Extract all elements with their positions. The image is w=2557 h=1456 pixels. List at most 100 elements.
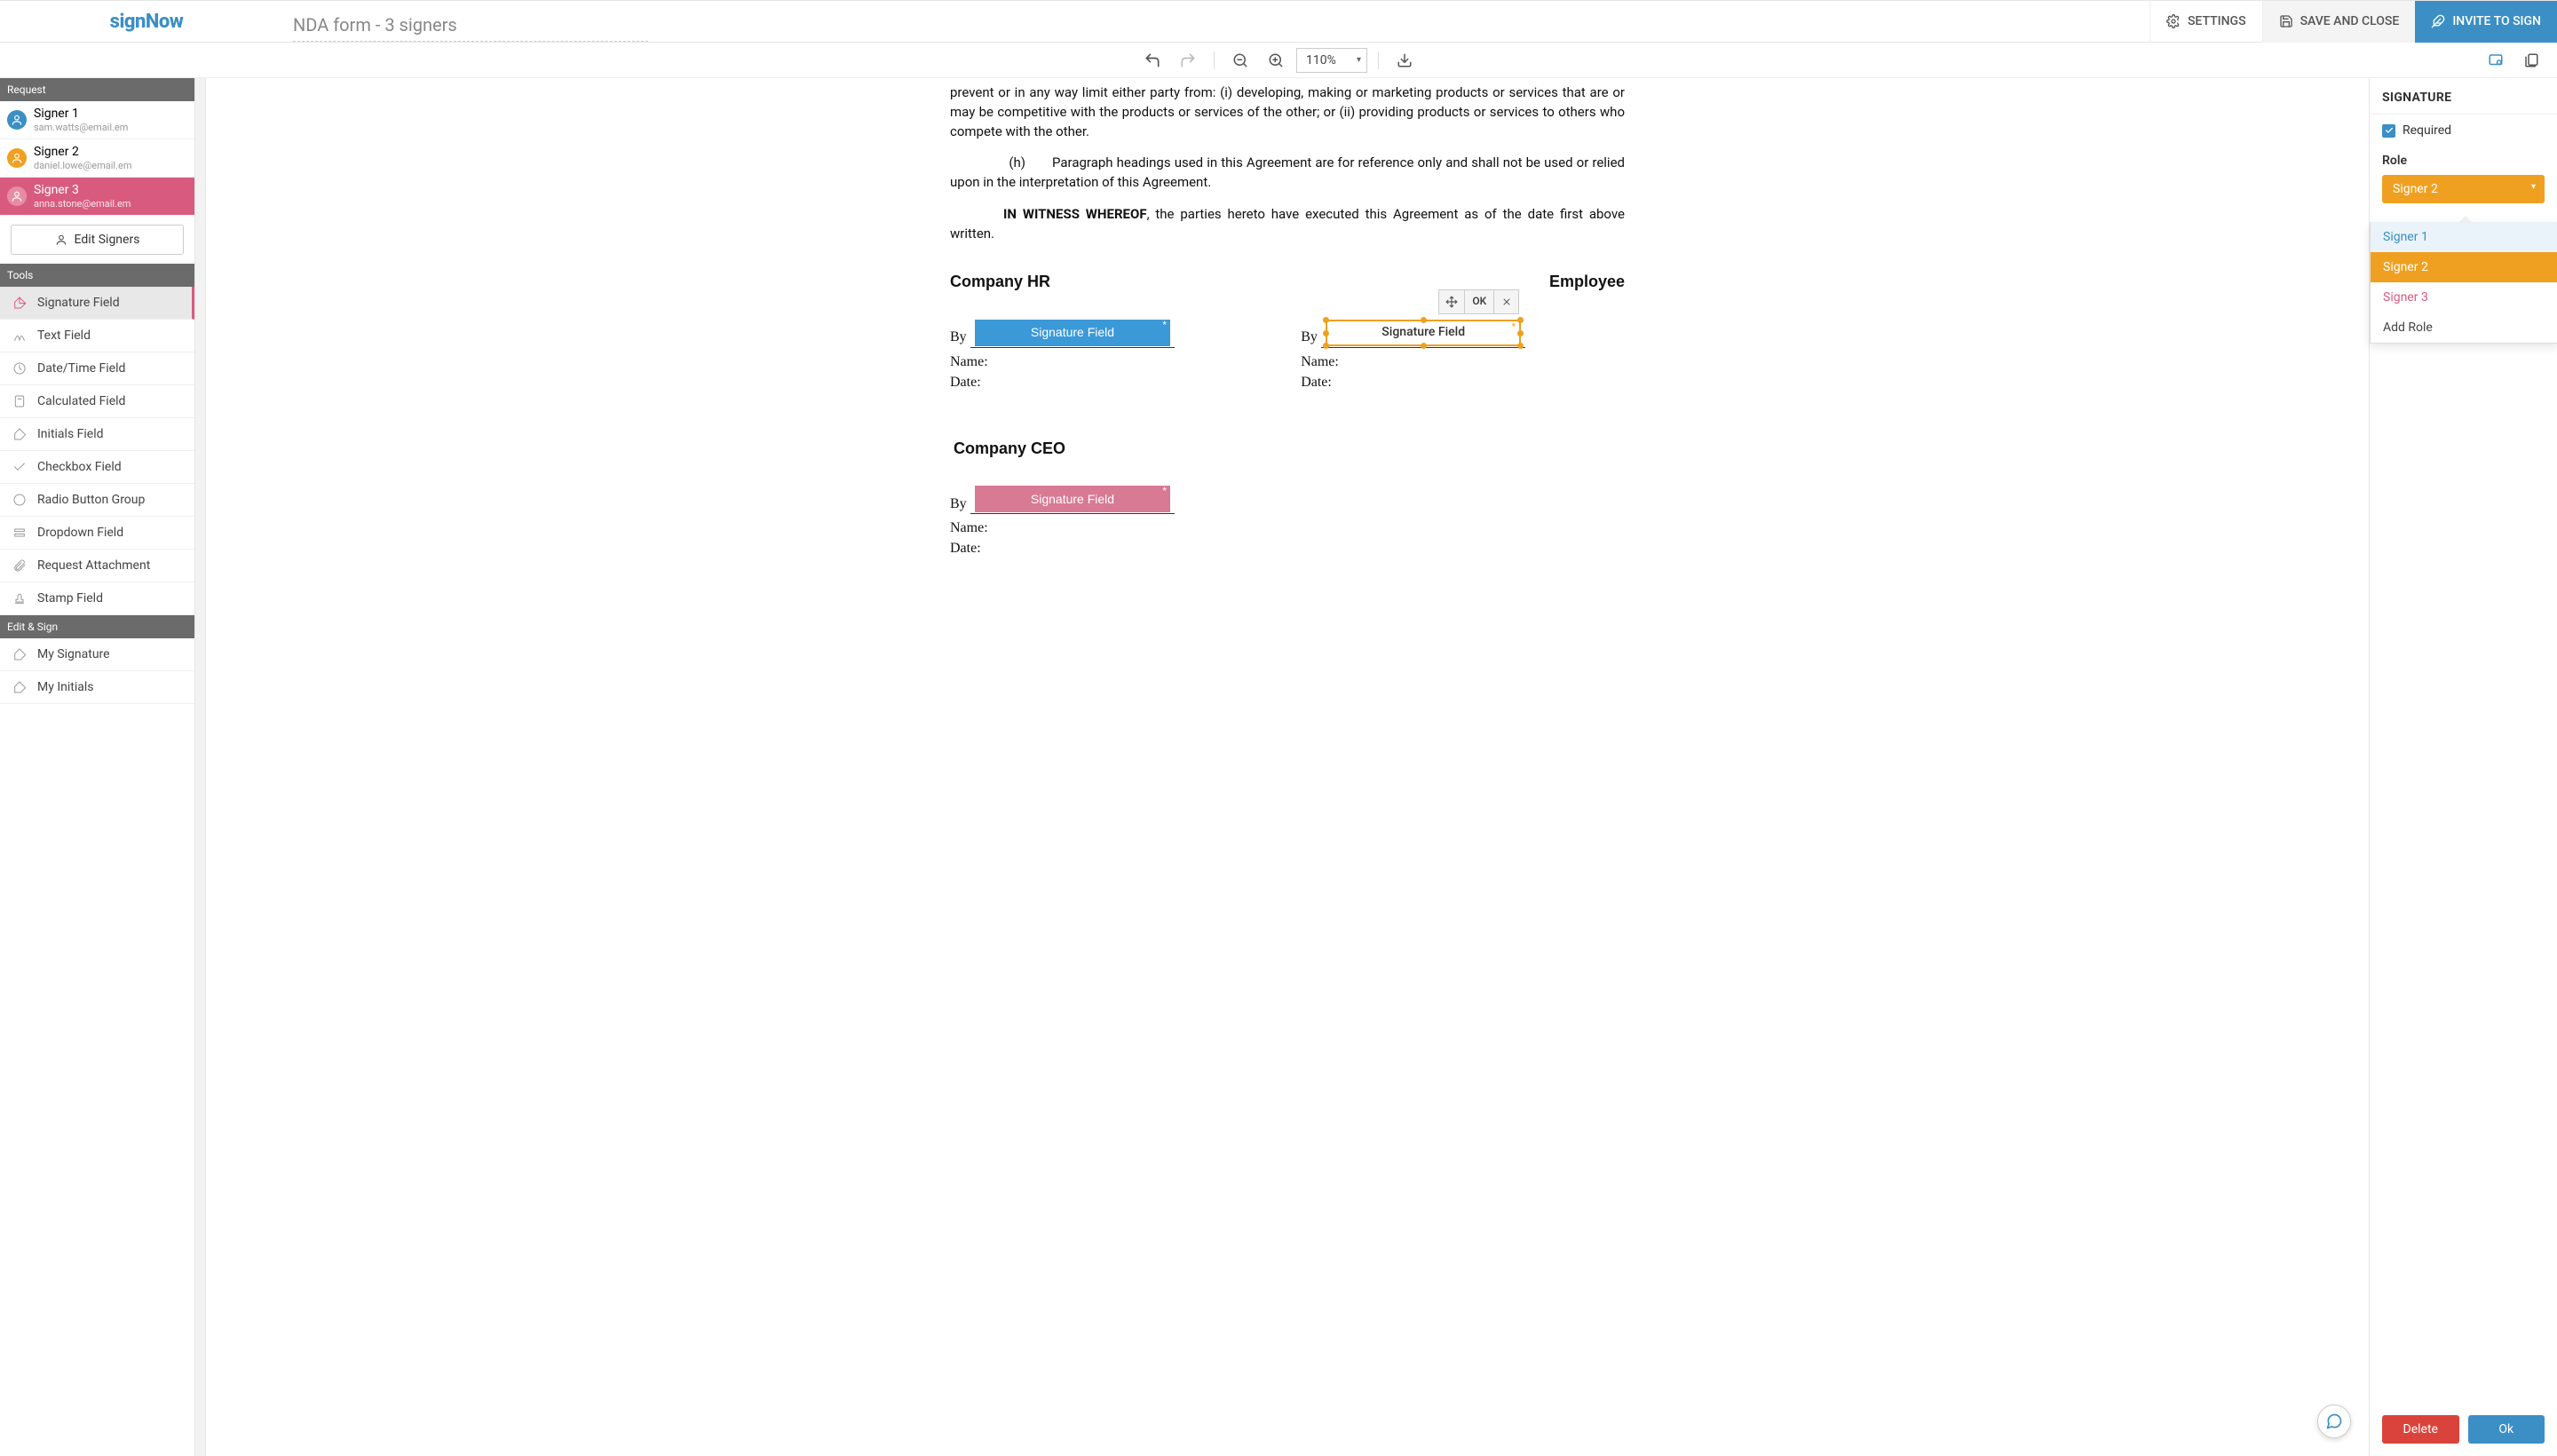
save-icon — [2279, 14, 2293, 28]
calculator-icon — [12, 394, 27, 408]
name-label: Name: — [950, 352, 1274, 372]
zoom-select[interactable]: 110% — [1296, 48, 1367, 73]
redo-button[interactable] — [1173, 45, 1203, 75]
chat-icon — [2325, 1412, 2343, 1430]
document-title[interactable]: NDA form - 3 signers — [293, 14, 648, 42]
signature-field-hr[interactable]: Signature Field — [975, 320, 1170, 346]
tool-my-signature[interactable]: My Signature — [0, 638, 194, 671]
undo-button[interactable] — [1137, 45, 1168, 75]
save-and-close-button[interactable]: SAVE AND CLOSE — [2262, 1, 2416, 43]
delete-button[interactable]: Delete — [2382, 1415, 2459, 1444]
name-label: Name: — [950, 518, 1625, 538]
zoom-out-button[interactable] — [1225, 45, 1255, 75]
required-checkbox[interactable] — [2382, 124, 2395, 138]
invite-to-sign-label: INVITE TO SIGN — [2452, 14, 2541, 28]
by-label: By — [1301, 327, 1318, 347]
document-canvas[interactable]: prevent or in any way limit either party… — [206, 78, 2369, 1456]
tool-dropdown-field[interactable]: Dropdown Field — [0, 517, 194, 550]
signature-icon — [12, 647, 27, 661]
pages-button[interactable] — [2516, 45, 2546, 75]
preview-button[interactable] — [2481, 45, 2511, 75]
doc-paragraph: prevent or in any way limit either party… — [950, 83, 1625, 141]
ok-button[interactable]: Ok — [2468, 1415, 2545, 1444]
selection-close-button[interactable] — [1493, 290, 1518, 313]
right-panel-title: SIGNATURE — [2382, 91, 2545, 105]
download-icon — [1397, 52, 1413, 68]
tool-stamp-field[interactable]: Stamp Field — [0, 582, 194, 615]
tool-request-attachment[interactable]: Request Attachment — [0, 550, 194, 582]
signature-icon — [12, 296, 27, 310]
radio-icon — [12, 493, 27, 507]
text-icon — [12, 328, 27, 343]
topbar: signNow NDA form - 3 signers SETTINGS SA… — [0, 0, 2557, 43]
right-panel: SIGNATURE Required Role Signer 2 Signer … — [2369, 78, 2557, 1456]
settings-label: SETTINGS — [2188, 14, 2246, 28]
tool-signature-field[interactable]: Signature Field — [0, 287, 194, 320]
tool-initials-field[interactable]: Initials Field — [0, 418, 194, 451]
tool-checkbox-field[interactable]: Checkbox Field — [0, 451, 194, 484]
tool-label: My Initials — [37, 680, 94, 694]
signer-row-3[interactable]: Signer 3anna.stone@email.em — [0, 178, 194, 216]
signature-field-ceo[interactable]: Signature Field — [975, 486, 1170, 512]
pages-icon — [2523, 52, 2539, 68]
close-icon — [1501, 297, 1512, 307]
person-icon — [7, 110, 27, 130]
role-select[interactable]: Signer 2 — [2382, 175, 2545, 203]
tool-label: Stamp Field — [37, 591, 103, 605]
undo-icon — [1144, 51, 1161, 69]
download-button[interactable] — [1389, 45, 1420, 75]
date-label: Date: — [950, 372, 1274, 392]
name-label: Name: — [1301, 352, 1625, 372]
left-panel-scrollbar[interactable] — [195, 78, 206, 1456]
role-option-signer-2[interactable]: Signer 2 — [2371, 252, 2557, 282]
person-icon — [55, 233, 67, 246]
tool-my-initials[interactable]: My Initials — [0, 671, 194, 704]
edit-signers-button[interactable]: Edit Signers — [11, 225, 184, 255]
feather-icon — [2431, 14, 2445, 28]
tool-label: Checkbox Field — [37, 460, 122, 474]
initials-icon — [12, 680, 27, 694]
tool-datetime-field[interactable]: Date/Time Field — [0, 352, 194, 385]
signer-3-email: anna.stone@email.em — [34, 198, 131, 210]
tool-radio-button-group[interactable]: Radio Button Group — [0, 484, 194, 517]
zoom-value: 110% — [1306, 53, 1336, 67]
settings-button[interactable]: SETTINGS — [2149, 1, 2262, 43]
move-icon — [1445, 296, 1458, 308]
initials-icon — [12, 427, 27, 441]
zoom-out-icon — [1232, 52, 1248, 68]
stamp-icon — [12, 591, 27, 605]
signer-2-email: daniel.lowe@email.em — [34, 160, 131, 171]
check-icon — [12, 460, 27, 474]
invite-to-sign-button[interactable]: INVITE TO SIGN — [2415, 1, 2557, 43]
signer-1-email: sam.watts@email.em — [34, 122, 128, 133]
doc-paragraph: (h)Paragraph headings used in this Agree… — [950, 154, 1625, 193]
signer-1-name: Signer 1 — [34, 107, 128, 122]
signer-row-2[interactable]: Signer 2daniel.lowe@email.em — [0, 139, 194, 178]
tool-calculated-field[interactable]: Calculated Field — [0, 385, 194, 418]
selection-ok-button[interactable]: OK — [1464, 290, 1493, 313]
tool-label: Text Field — [37, 328, 91, 343]
chat-button[interactable] — [2317, 1405, 2351, 1438]
tool-label: Date/Time Field — [37, 361, 125, 376]
signer-row-1[interactable]: Signer 1sam.watts@email.em — [0, 101, 194, 139]
by-label: By — [950, 327, 967, 347]
move-handle[interactable] — [1439, 290, 1464, 313]
tool-text-field[interactable]: Text Field — [0, 320, 194, 352]
signature-field-employee-selected[interactable]: Signature Field OK — [1326, 320, 1521, 346]
date-label: Date: — [1301, 372, 1625, 392]
role-option-signer-3[interactable]: Signer 3 — [2371, 282, 2557, 313]
role-option-signer-1[interactable]: Signer 1 — [2371, 222, 2557, 252]
tool-label: Request Attachment — [37, 558, 150, 573]
date-label: Date: — [950, 538, 1625, 558]
zoom-in-button[interactable] — [1261, 45, 1291, 75]
role-option-add-role[interactable]: Add Role — [2371, 313, 2557, 343]
sig-field-label: Signature Field — [1381, 323, 1465, 341]
signer-3-name: Signer 3 — [34, 183, 131, 198]
gear-icon — [2166, 14, 2181, 28]
preview-icon — [2488, 52, 2504, 68]
redo-icon — [1179, 51, 1197, 69]
required-checkbox-row[interactable]: Required — [2382, 123, 2545, 138]
role-label: Role — [2382, 154, 2545, 168]
check-icon — [2385, 126, 2394, 135]
request-header: Request — [0, 78, 194, 101]
